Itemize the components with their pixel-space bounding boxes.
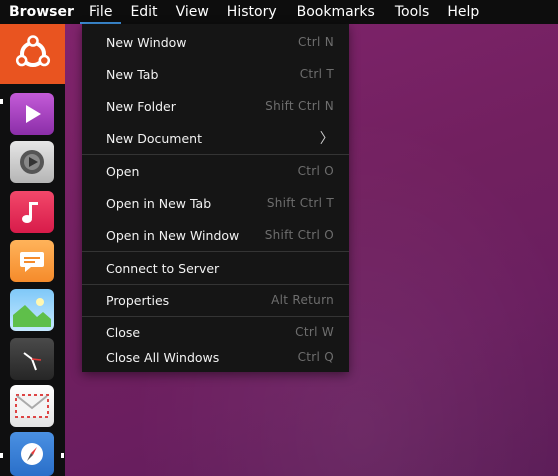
launcher-video-player[interactable] — [10, 93, 54, 135]
entry-label: Open in New Tab — [106, 195, 212, 211]
menu-file[interactable]: File — [80, 0, 122, 24]
menu-entry-open-in-new-tab[interactable]: Open in New Tab Shift Ctrl T — [82, 188, 349, 218]
entry-label: Properties — [106, 292, 170, 308]
menu-help[interactable]: Help — [438, 0, 488, 24]
menu-entry-open-in-new-window[interactable]: Open in New Window Shift Ctrl O — [82, 220, 349, 250]
entry-shortcut: Shift Ctrl N — [265, 99, 334, 113]
launcher-photos[interactable] — [10, 289, 54, 331]
message-icon — [20, 252, 44, 272]
entry-shortcut: Ctrl W — [295, 325, 334, 339]
app-title: Browser — [9, 4, 74, 20]
launcher-music[interactable] — [10, 191, 54, 233]
menu-entry-new-window[interactable]: New Window Ctrl N — [82, 27, 349, 57]
menu-entry-connect-to-server[interactable]: Connect to Server — [82, 253, 349, 283]
entry-shortcut: Ctrl N — [298, 35, 334, 49]
entry-label: New Folder — [106, 98, 176, 114]
ubuntu-logo-icon — [15, 35, 50, 67]
entry-shortcut: Alt Return — [271, 293, 334, 307]
menu-separator — [82, 154, 349, 155]
entry-shortcut: Ctrl Q — [297, 350, 334, 364]
menu-edit[interactable]: Edit — [121, 0, 166, 24]
menu-tools[interactable]: Tools — [386, 0, 439, 24]
launcher-messaging[interactable] — [10, 240, 54, 282]
menu-entry-open[interactable]: Open Ctrl O — [82, 156, 349, 186]
mail-icon — [15, 394, 49, 418]
play-icon — [26, 105, 41, 123]
launcher-browser[interactable] — [10, 432, 54, 476]
top-menubar: Browser File Edit View History Bookmarks… — [0, 0, 558, 24]
menu-entry-close-all-windows[interactable]: Close All Windows Ctrl Q — [82, 342, 349, 372]
entry-label: Open — [106, 163, 140, 179]
menu-view[interactable]: View — [167, 0, 218, 24]
entry-shortcut: Ctrl O — [297, 164, 334, 178]
launcher-mail[interactable] — [10, 385, 54, 427]
entry-label: New Tab — [106, 66, 159, 82]
menu-separator — [82, 251, 349, 252]
ubuntu-logo-button[interactable] — [0, 24, 65, 84]
launcher-system-settings[interactable] — [10, 141, 54, 183]
menu-entry-new-tab[interactable]: New Tab Ctrl T — [82, 59, 349, 89]
gear-icon — [20, 150, 44, 174]
menu-entry-new-document[interactable]: New Document 〉 — [82, 123, 349, 153]
menu-bookmarks[interactable]: Bookmarks — [288, 0, 384, 24]
running-indicator — [0, 453, 3, 458]
submenu-arrow-icon: 〉 — [319, 131, 334, 147]
compass-icon — [21, 443, 43, 465]
menu-entry-properties[interactable]: Properties Alt Return — [82, 285, 349, 315]
entry-label: New Document — [106, 130, 202, 146]
clock-icon — [23, 352, 42, 371]
menu-history[interactable]: History — [218, 0, 286, 24]
entry-label: Close All Windows — [106, 349, 220, 365]
photo-icon — [13, 298, 51, 327]
entry-shortcut: Shift Ctrl O — [264, 228, 334, 242]
running-indicator — [0, 99, 3, 104]
music-note-icon — [22, 202, 38, 223]
launcher-clock[interactable] — [10, 338, 54, 380]
entry-label: New Window — [106, 34, 187, 50]
entry-label: Close — [106, 324, 141, 340]
menu-entry-new-folder[interactable]: New Folder Shift Ctrl N — [82, 91, 349, 121]
entry-label: Connect to Server — [106, 260, 220, 276]
file-menu-dropdown: New Window Ctrl N New Tab Ctrl T New Fol… — [82, 24, 349, 372]
focused-indicator — [61, 453, 64, 458]
entry-label: Open in New Window — [106, 227, 240, 243]
entry-shortcut: Shift Ctrl T — [266, 196, 334, 210]
entry-shortcut: Ctrl T — [299, 67, 334, 81]
